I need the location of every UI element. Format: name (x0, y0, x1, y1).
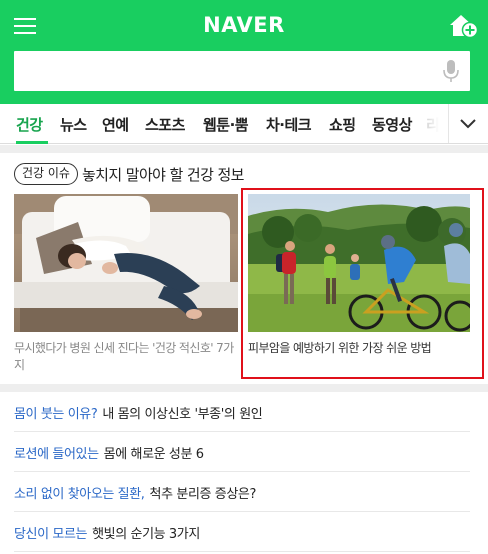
tab-fade (418, 104, 448, 143)
tab-video[interactable]: 동영상 (372, 114, 412, 135)
search-box (14, 51, 470, 91)
tab-entertainment[interactable]: 연예 (102, 114, 129, 135)
article-thumbnail-outdoor-hiking (248, 194, 472, 332)
tab-more-button[interactable] (448, 104, 488, 143)
tab-shopping[interactable]: 쇼핑 (329, 114, 356, 135)
category-tabs: 건강 뉴스 연예 스포츠 웹툰·뿜 차·테크 쇼핑 동영상 리 (0, 104, 488, 144)
list-text: 햇빛의 순기능 3가지 (92, 527, 200, 542)
list-item[interactable]: 소리 없이 찾아오는 질환, 척추 분리증 증상은? (14, 472, 470, 512)
naver-header: NAVER (0, 0, 488, 104)
list-item[interactable]: 몸이 붓는 이유? 내 몸의 이상신호 '부종'의 원인 (14, 392, 470, 432)
article-caption: 피부암을 예방하기 위한 가장 쉬운 방법 (248, 341, 432, 355)
list-text: 몸에 해로운 성분 6 (103, 447, 204, 462)
health-issue-badge: 건강 이슈 (14, 163, 78, 185)
section-divider (0, 384, 488, 392)
list-keyword: 로션에 들어있는 (14, 447, 99, 462)
article-thumbnail-sleeping-woman (14, 194, 238, 332)
list-keyword: 당신이 모르는 (14, 527, 88, 542)
article-card-1[interactable]: 무시했다가 병원 신세 진다는 '건강 적신호' 7가지 (14, 194, 238, 374)
home-add-icon[interactable] (448, 12, 479, 40)
section-title: 놓치지 말아야 할 건강 정보 (81, 165, 244, 184)
list-item[interactable]: 당신이 모르는 햇빛의 순기능 3가지 (14, 512, 470, 552)
naver-logo[interactable]: NAVER (0, 13, 488, 37)
article-card-2[interactable]: 피부암을 예방하기 위한 가장 쉬운 방법 (248, 194, 472, 357)
list-item[interactable]: 로션에 들어있는 몸에 해로운 성분 6 (14, 432, 470, 472)
section-divider (0, 145, 488, 153)
list-text: 척추 분리증 증상은? (149, 487, 257, 502)
active-tab-indicator (16, 141, 48, 144)
article-caption: 무시했다가 병원 신세 진다는 '건강 적신호' 7가지 (14, 341, 234, 372)
tab-sports[interactable]: 스포츠 (145, 114, 185, 135)
tab-webtoon[interactable]: 웹툰·뿜 (203, 114, 249, 135)
list-keyword: 소리 없이 찾아오는 질환, (14, 487, 145, 502)
tab-news[interactable]: 뉴스 (60, 114, 87, 135)
list-keyword: 몸이 붓는 이유? (14, 407, 98, 422)
tab-health[interactable]: 건강 (16, 114, 43, 135)
chevron-down-icon (460, 119, 476, 129)
section-header: 건강 이슈 놓치지 말아야 할 건강 정보 (14, 163, 244, 185)
list-text: 내 몸의 이상신호 '부종'의 원인 (102, 407, 263, 422)
microphone-icon[interactable] (440, 58, 462, 84)
search-input[interactable] (24, 57, 434, 85)
tab-car-tech[interactable]: 차·테크 (266, 114, 312, 135)
